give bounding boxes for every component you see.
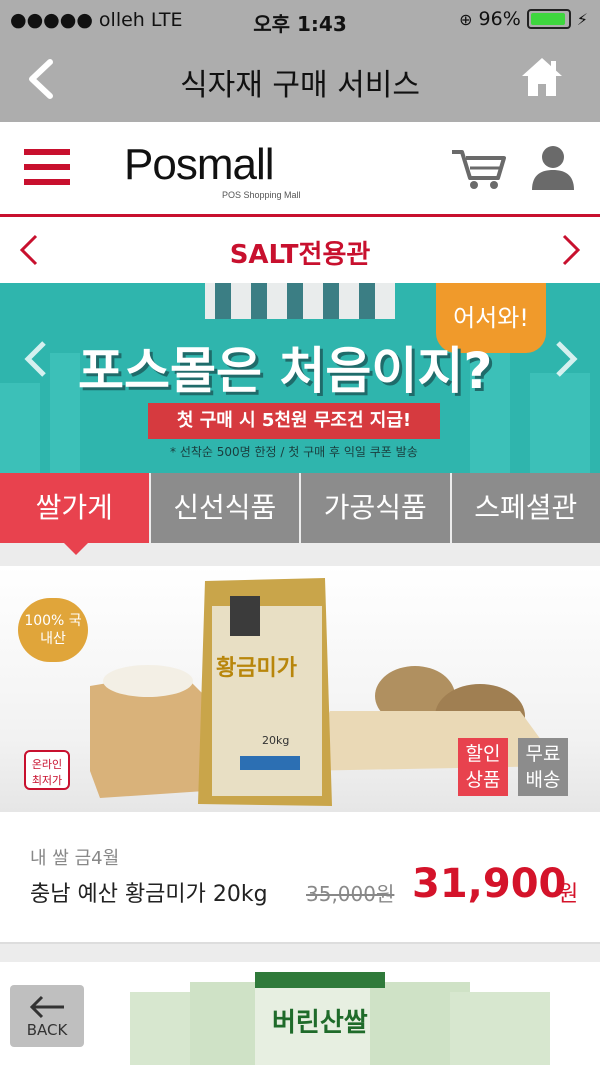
- free-shipping-badge: 무료 배송: [518, 738, 568, 796]
- home-icon[interactable]: [520, 56, 564, 98]
- logo-text: Posmall: [124, 140, 274, 189]
- battery-icon: [526, 9, 571, 29]
- banner-prev-icon[interactable]: [22, 339, 50, 379]
- awning-decoration: [205, 283, 395, 319]
- banner-ribbon: 첫 구매 시 5천원 무조건 지급!: [148, 403, 440, 439]
- package-name-2: 버린산쌀: [272, 1008, 368, 1038]
- nav-title: 식자재 구매 서비스: [180, 68, 420, 103]
- product-card[interactable]: 100% 국내산 온라인 최저가 황금미가 20kg 할인 상품 무료 배송 내…: [0, 566, 600, 944]
- package-name: 황금미가: [216, 656, 297, 681]
- back-arrow-icon: [29, 995, 64, 1019]
- category-bar: SALT전용관: [0, 217, 600, 283]
- online-lowest-label: 온라인 최저가: [24, 750, 70, 790]
- sale-price: 31,900: [412, 861, 567, 907]
- product-card-2[interactable]: 버린산쌀: [0, 962, 600, 1065]
- status-bar: ●●●●● olleh LTE 오후 1:43 ⊕ 96% ⚡: [0, 0, 600, 40]
- price-unit: 원: [558, 882, 579, 907]
- rice-product-illustration: [90, 578, 560, 806]
- back-button[interactable]: BACK: [10, 985, 84, 1047]
- category-tabs: 쌀가게 신선식품 가공식품 스페셜관: [0, 473, 600, 555]
- product-name[interactable]: 충남 예산 황금미가 20kg: [30, 876, 268, 908]
- battery-percent: 96%: [478, 8, 521, 30]
- product-image[interactable]: 100% 국내산 온라인 최저가 황금미가 20kg 할인 상품 무료 배송: [0, 566, 600, 812]
- posmall-logo[interactable]: Posmall POS Shopping Mall: [124, 140, 301, 200]
- tab-rice[interactable]: 쌀가게: [0, 473, 149, 555]
- status-right: ⊕ 96% ⚡: [459, 8, 588, 30]
- sale-badge: 할인 상품: [458, 738, 508, 796]
- orientation-lock-icon: ⊕: [459, 9, 473, 29]
- product-brand: 내 쌀 금4월: [30, 848, 120, 869]
- banner-next-icon[interactable]: [552, 339, 580, 379]
- original-price: 35,000원: [306, 882, 395, 906]
- back-label: BACK: [26, 1021, 68, 1039]
- nav-bar: 식자재 구매 서비스: [0, 40, 600, 122]
- charging-icon: ⚡: [576, 9, 588, 29]
- banner-note: * 선착순 500명 한정 / 첫 구매 후 익일 쿠폰 발송: [170, 445, 418, 459]
- menu-icon[interactable]: [24, 149, 70, 187]
- site-header: Posmall POS Shopping Mall: [0, 122, 600, 217]
- cart-icon[interactable]: [450, 146, 508, 190]
- domestic-seal: 100% 국내산: [18, 598, 88, 662]
- tab-special[interactable]: 스페셜관: [451, 473, 600, 543]
- package-weight: 20kg: [262, 734, 290, 747]
- user-icon[interactable]: [530, 144, 576, 190]
- battery-fill: [530, 13, 566, 25]
- tab-processed-food[interactable]: 가공식품: [301, 473, 450, 543]
- tab-fresh-food[interactable]: 신선식품: [150, 473, 299, 543]
- logo-subtitle: POS Shopping Mall: [222, 190, 301, 200]
- category-next-icon[interactable]: [560, 233, 582, 267]
- promo-banner[interactable]: 어서와! 포스몰은 처음이지? 첫 구매 시 5천원 무조건 지급! * 선착순…: [0, 283, 600, 473]
- banner-headline: 포스몰은 처음이지?: [78, 342, 493, 400]
- category-title: SALT전용관: [229, 240, 371, 270]
